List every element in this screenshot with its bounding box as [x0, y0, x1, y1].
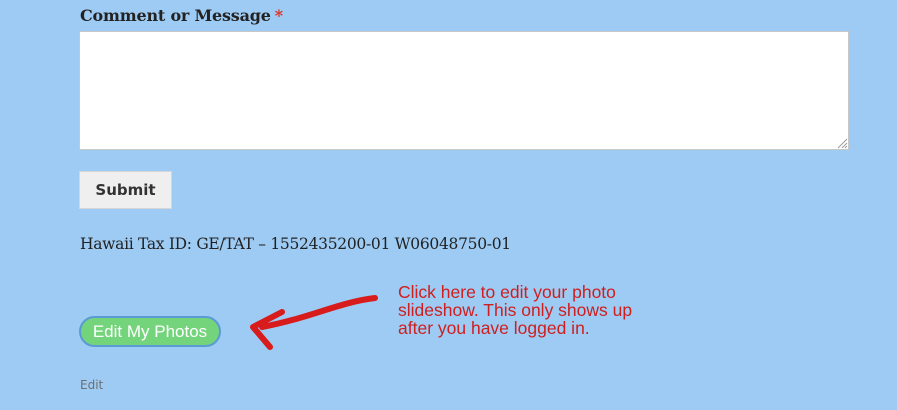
message-textarea[interactable] [79, 31, 849, 150]
tax-id-text: Hawaii Tax ID: GE/TAT – 1552435200-01 W0… [80, 235, 511, 253]
required-asterisk: * [274, 6, 283, 25]
edit-link[interactable]: Edit [80, 378, 103, 392]
resize-grip-icon[interactable] [836, 137, 848, 149]
annotation-text: Click here to edit your photo slideshow.… [398, 283, 698, 337]
annotation-line: Click here to edit your photo [398, 282, 616, 302]
submit-button[interactable]: Submit [79, 171, 172, 209]
comment-label: Comment or Message * [80, 6, 283, 25]
comment-label-text: Comment or Message [80, 6, 271, 25]
edit-my-photos-button[interactable]: Edit My Photos [79, 316, 221, 347]
annotation-line: slideshow. This only shows up [398, 300, 633, 320]
annotation-line: after you have logged in. [398, 318, 590, 338]
